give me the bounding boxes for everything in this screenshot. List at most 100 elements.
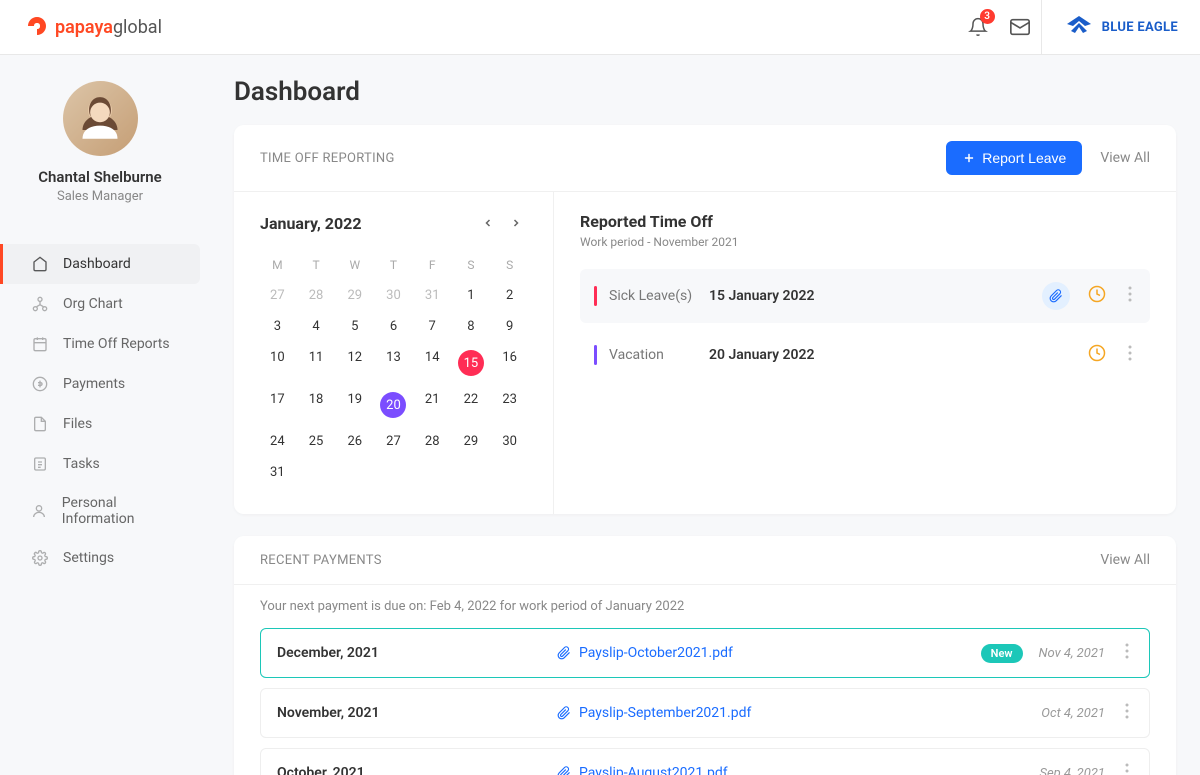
payment-row[interactable]: December, 2021Payslip-October2021.pdfNew…: [260, 628, 1150, 678]
payslip-link[interactable]: Payslip-September2021.pdf: [579, 705, 751, 721]
calendar-day[interactable]: 26: [337, 428, 372, 455]
leave-row[interactable]: Vacation 20 January 2022: [580, 331, 1150, 379]
reported-subtitle: Work period - November 2021: [580, 235, 1150, 249]
payment-list: December, 2021Payslip-October2021.pdfNew…: [234, 614, 1176, 775]
calendar-dow: T: [299, 252, 334, 278]
attachment-button[interactable]: [1042, 282, 1070, 310]
report-leave-button[interactable]: Report Leave: [946, 141, 1082, 175]
sidebar-item-personal[interactable]: Personal Information: [0, 484, 200, 538]
sidebar-item-dashboard[interactable]: Dashboard: [0, 244, 200, 284]
leave-color-bar: [594, 286, 597, 306]
calendar-day[interactable]: 14: [415, 344, 450, 382]
brand-area[interactable]: BLUE EAGLE: [1041, 0, 1200, 54]
calendar-prev-button[interactable]: [477, 212, 499, 234]
payslip-link[interactable]: Payslip-August2021.pdf: [579, 765, 728, 775]
payments-viewall[interactable]: View All: [1100, 552, 1150, 568]
calendar-day[interactable]: 28: [415, 428, 450, 455]
calendar-day[interactable]: 24: [260, 428, 295, 455]
calendar-day[interactable]: 9: [492, 313, 527, 340]
calendar-grid: MTWTFSS272829303112345678910111213141516…: [260, 252, 527, 486]
dots-vertical-icon: [1125, 643, 1129, 659]
paperclip-icon: [1049, 289, 1063, 303]
calendar-day[interactable]: 22: [454, 386, 489, 424]
new-badge: New: [981, 644, 1023, 663]
more-button[interactable]: [1121, 763, 1133, 775]
calendar-day[interactable]: 12: [337, 344, 372, 382]
calendar-day[interactable]: 2: [492, 282, 527, 309]
sidebar-item-timeoff[interactable]: Time Off Reports: [0, 324, 200, 364]
pay-month: October, 2021: [277, 765, 557, 775]
leave-type: Sick Leave(s): [609, 288, 709, 304]
sidebar-item-files[interactable]: Files: [0, 404, 200, 444]
more-button[interactable]: [1124, 286, 1136, 306]
calendar-day[interactable]: 19: [337, 386, 372, 424]
calendar-day[interactable]: 11: [299, 344, 334, 382]
calendar-day[interactable]: 17: [260, 386, 295, 424]
calendar-day[interactable]: 21: [415, 386, 450, 424]
pending-button[interactable]: [1088, 285, 1106, 307]
calendar-day[interactable]: 6: [376, 313, 411, 340]
calendar-day-prev[interactable]: 29: [337, 282, 372, 309]
calendar-day-prev[interactable]: 30: [376, 282, 411, 309]
calendar-day[interactable]: 30: [492, 428, 527, 455]
calendar-day[interactable]: 29: [454, 428, 489, 455]
calendar-day-prev[interactable]: 28: [299, 282, 334, 309]
more-button[interactable]: [1121, 703, 1133, 723]
timeoff-card: TIME OFF REPORTING Report Leave View All…: [234, 125, 1176, 514]
file-icon: [31, 415, 49, 433]
sidebar-item-orgchart[interactable]: Org Chart: [0, 284, 200, 324]
calendar-day[interactable]: 1: [454, 282, 489, 309]
calendar-day[interactable]: 5: [337, 313, 372, 340]
sidebar-item-payments[interactable]: Payments: [0, 364, 200, 404]
nav-label: Files: [63, 416, 92, 432]
leave-date: 15 January 2022: [709, 288, 815, 304]
payslip-link[interactable]: Payslip-October2021.pdf: [579, 645, 733, 661]
calendar-day-prev[interactable]: 27: [260, 282, 295, 309]
calendar-dow: W: [337, 252, 372, 278]
calendar-day[interactable]: 31: [260, 459, 295, 486]
calendar-day-prev[interactable]: 31: [415, 282, 450, 309]
calendar-day[interactable]: 23: [492, 386, 527, 424]
calendar-day[interactable]: 4: [299, 313, 334, 340]
calendar-day[interactable]: 16: [492, 344, 527, 382]
profile-name: Chantal Shelburne: [0, 168, 200, 186]
plus-icon: [962, 151, 976, 165]
chevron-left-icon: [482, 217, 494, 229]
sidebar-item-settings[interactable]: Settings: [0, 538, 200, 578]
calendar-day[interactable]: 7: [415, 313, 450, 340]
leave-row[interactable]: Sick Leave(s) 15 January 2022: [580, 269, 1150, 323]
calendar-day[interactable]: 25: [299, 428, 334, 455]
pay-date: Sep 4, 2021: [1039, 766, 1105, 775]
notifications-button[interactable]: 3: [957, 6, 999, 48]
payment-row[interactable]: November, 2021Payslip-September2021.pdfO…: [260, 688, 1150, 738]
main-content: Dashboard TIME OFF REPORTING Report Leav…: [210, 55, 1200, 775]
calendar-day[interactable]: 8: [454, 313, 489, 340]
more-button[interactable]: [1124, 345, 1136, 365]
profile-block: Chantal Shelburne Sales Manager: [0, 81, 200, 224]
pending-button[interactable]: [1088, 344, 1106, 366]
calendar-next-button[interactable]: [505, 212, 527, 234]
top-header: papayaglobal 3 BLUE EAGLE: [0, 0, 1200, 55]
calendar-day[interactable]: 27: [376, 428, 411, 455]
payments-card: RECENT PAYMENTS View All Your next payme…: [234, 536, 1176, 775]
payment-row[interactable]: October, 2021 Payslip-August2021.pdf Sep 4…: [260, 748, 1150, 775]
messages-button[interactable]: [999, 6, 1041, 48]
timeoff-viewall[interactable]: View All: [1100, 150, 1150, 166]
more-button[interactable]: [1121, 643, 1133, 663]
logo[interactable]: papayaglobal: [25, 15, 162, 39]
calendar-day[interactable]: 20: [376, 386, 411, 424]
timeoff-label: TIME OFF REPORTING: [260, 151, 395, 166]
calendar-day[interactable]: 15: [454, 344, 489, 382]
calendar-day[interactable]: 13: [376, 344, 411, 382]
sidebar-item-tasks[interactable]: Tasks: [0, 444, 200, 484]
report-leave-label: Report Leave: [982, 150, 1066, 166]
calendar-dow: T: [376, 252, 411, 278]
calendar-day[interactable]: 10: [260, 344, 295, 382]
papaya-icon: [25, 15, 49, 39]
calendar-day[interactable]: 18: [299, 386, 334, 424]
clock-icon: [1088, 285, 1106, 303]
avatar[interactable]: [63, 81, 138, 156]
calendar-day[interactable]: 3: [260, 313, 295, 340]
nav-label: Payments: [63, 376, 125, 392]
payment-note: Your next payment is due on: Feb 4, 2022…: [234, 585, 1176, 614]
